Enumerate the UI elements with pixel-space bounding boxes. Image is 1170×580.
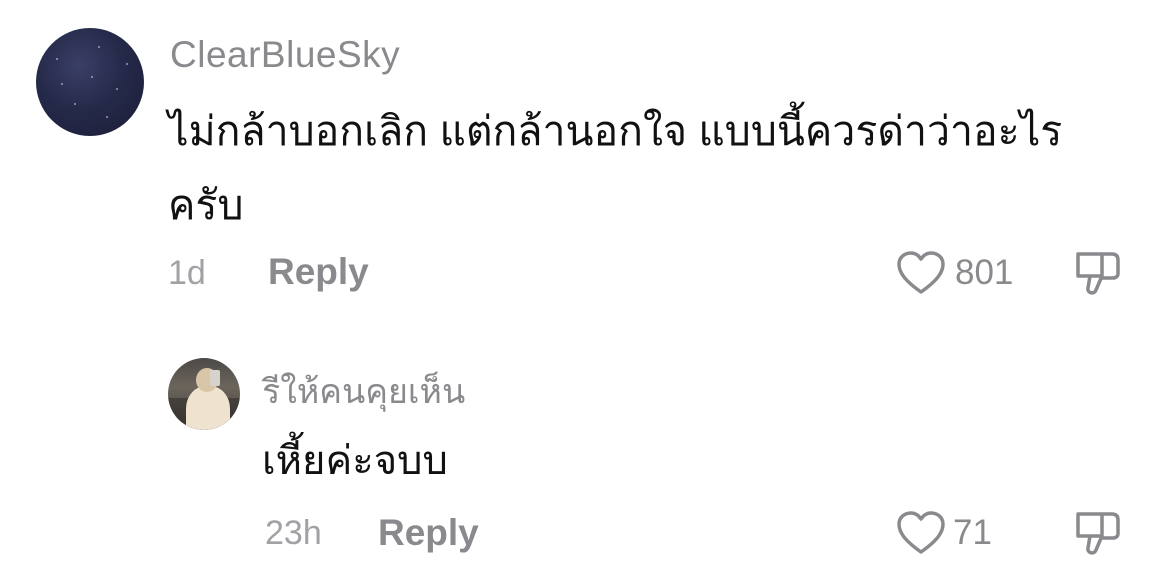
heart-outline-icon[interactable]	[896, 510, 946, 556]
like-count: 801	[955, 253, 1014, 292]
heart-outline-icon[interactable]	[896, 250, 946, 296]
like-count: 71	[953, 513, 992, 552]
comment-timestamp: 23h	[265, 514, 322, 552]
thumbs-down-outline-icon[interactable]	[1072, 508, 1124, 558]
thumbs-down-outline-icon[interactable]	[1072, 248, 1124, 298]
comment-timestamp: 1d	[168, 254, 206, 292]
comment-text: ไม่กล้าบอกเลิก แต่กล้านอกใจ แบบนี้ควรด่า…	[168, 108, 1063, 228]
comment-username[interactable]: ClearBlueSky	[170, 34, 400, 76]
reply-button[interactable]: Reply	[268, 251, 369, 293]
comment-username[interactable]: รีให้คนคุยเห็น	[262, 364, 465, 418]
reply-button[interactable]: Reply	[378, 512, 479, 554]
comment-text: เหี้ยค่ะจบบ	[262, 439, 448, 483]
avatar[interactable]	[168, 358, 240, 430]
avatar[interactable]	[36, 28, 144, 136]
